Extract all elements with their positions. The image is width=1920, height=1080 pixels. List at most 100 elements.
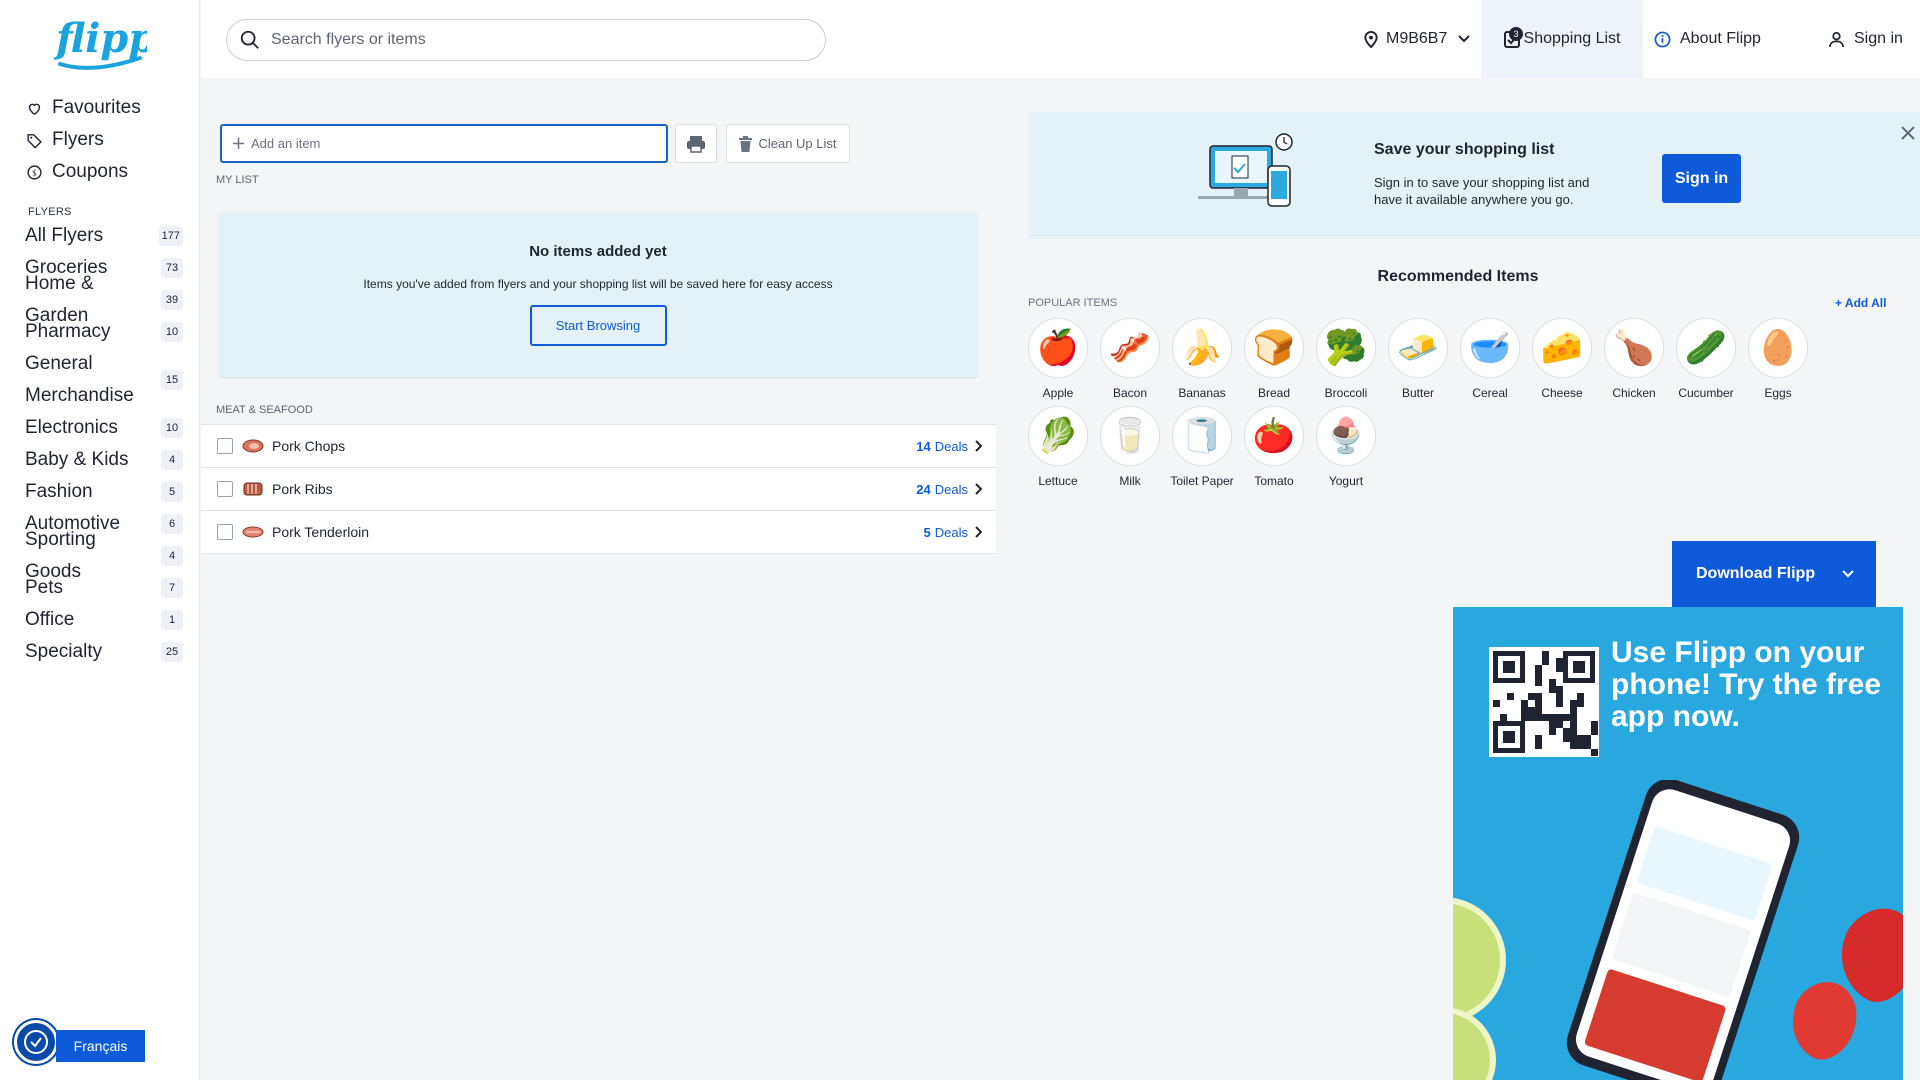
nav-coupons[interactable]: $ Coupons bbox=[26, 156, 141, 188]
add-all-button[interactable]: + Add All bbox=[1835, 296, 1886, 310]
save-list-illustration-icon bbox=[1198, 133, 1293, 207]
item-checkbox[interactable] bbox=[217, 438, 233, 454]
empty-title: No items added yet bbox=[529, 243, 667, 260]
item-deals-link[interactable]: 5 Deals bbox=[924, 525, 982, 540]
popular-item[interactable]: 🥣 Cereal bbox=[1458, 318, 1522, 400]
search-input[interactable] bbox=[271, 31, 791, 49]
category-general-merchandise[interactable]: General Merchandise 15 bbox=[25, 348, 183, 412]
popular-item[interactable]: 🍗 Chicken bbox=[1602, 318, 1666, 400]
item-checkbox[interactable] bbox=[217, 481, 233, 497]
list-item[interactable]: Pork Chops 14 Deals bbox=[201, 425, 996, 468]
toilet-paper-icon: 🧻 bbox=[1172, 406, 1232, 466]
popular-item[interactable]: 🧀 Cheese bbox=[1530, 318, 1594, 400]
category-count: 15 bbox=[161, 370, 183, 390]
item-deals-link[interactable]: 14 Deals bbox=[916, 439, 982, 454]
clean-up-list-button[interactable]: Clean Up List bbox=[726, 124, 850, 163]
category-count: 4 bbox=[161, 546, 183, 566]
promo-text: Use Flipp on your phone! Try the free ap… bbox=[1611, 636, 1882, 733]
download-flipp-button[interactable]: Download Flipp bbox=[1672, 541, 1876, 607]
broccoli-icon: 🥦 bbox=[1316, 318, 1376, 378]
category-home-garden[interactable]: Home & Garden 39 bbox=[25, 273, 183, 326]
category-count: 1 bbox=[161, 610, 183, 630]
category-label: Fashion bbox=[25, 481, 93, 502]
clean-up-label: Clean Up List bbox=[758, 136, 837, 151]
shopping-list-badge: 3 bbox=[1509, 27, 1523, 41]
sidebar-primary-nav: Favourites Flyers $ Coupons bbox=[26, 92, 141, 188]
category-label: All Flyers bbox=[25, 225, 104, 246]
add-item-field[interactable] bbox=[220, 124, 668, 163]
popular-item[interactable]: 🍅 Tomato bbox=[1242, 406, 1306, 488]
popular-item-label: Bread bbox=[1257, 386, 1291, 400]
butter-icon: 🧈 bbox=[1388, 318, 1448, 378]
category-electronics[interactable]: Electronics 10 bbox=[25, 412, 183, 444]
popular-item[interactable]: 🍎 Apple bbox=[1026, 318, 1090, 400]
popular-item[interactable]: 🥬 Lettuce bbox=[1026, 406, 1090, 488]
cereal-icon: 🥣 bbox=[1460, 318, 1520, 378]
popular-item[interactable]: 🥛 Milk bbox=[1098, 406, 1162, 488]
nav-flyers[interactable]: Flyers bbox=[26, 124, 141, 156]
popular-item-label: Toilet Paper bbox=[1170, 474, 1234, 488]
add-item-input[interactable] bbox=[251, 136, 651, 151]
trash-icon bbox=[739, 135, 753, 152]
category-count: 4 bbox=[161, 450, 183, 470]
chevron-right-icon bbox=[975, 483, 982, 495]
category-count: 5 bbox=[161, 482, 183, 502]
save-list-description: Sign in to save your shopping list and h… bbox=[1374, 175, 1590, 207]
about-flipp-link[interactable]: About Flipp bbox=[1654, 0, 1761, 78]
sidebar: flipp Favourites Flyers $ Coupons FLYERS… bbox=[0, 0, 200, 1080]
category-label: Pets bbox=[25, 577, 64, 598]
start-browsing-button[interactable]: Start Browsing bbox=[529, 305, 667, 346]
category-sporting-goods[interactable]: Sporting Goods 4 bbox=[25, 529, 183, 582]
popular-item[interactable]: 🧈 Butter bbox=[1386, 318, 1450, 400]
popular-item[interactable]: 🥚 Eggs bbox=[1746, 318, 1810, 400]
search-bar[interactable] bbox=[226, 19, 826, 61]
category-all-flyers[interactable]: All Flyers 177 bbox=[25, 220, 183, 252]
category-count: 10 bbox=[161, 418, 183, 438]
cheese-icon: 🧀 bbox=[1532, 318, 1592, 378]
category-specialty[interactable]: Specialty 25 bbox=[25, 636, 183, 668]
popular-item[interactable]: 🍌 Bananas bbox=[1170, 318, 1234, 400]
category-pharmacy[interactable]: Pharmacy 10 bbox=[25, 316, 183, 348]
category-fashion[interactable]: Fashion 5 bbox=[25, 476, 183, 508]
sign-in-label: Sign in bbox=[1854, 30, 1903, 47]
printer-icon bbox=[687, 135, 705, 153]
flyers-heading: FLYERS bbox=[28, 206, 72, 218]
category-label: Office bbox=[25, 609, 75, 630]
deals-count: 14 bbox=[916, 438, 931, 454]
print-button[interactable] bbox=[675, 124, 717, 163]
list-item[interactable]: Pork Ribs 24 Deals bbox=[201, 468, 996, 511]
nav-favourites-label: Favourites bbox=[52, 97, 141, 118]
heart-icon bbox=[28, 103, 41, 115]
header-sign-in[interactable]: Sign in bbox=[1828, 0, 1903, 78]
category-label: Electronics bbox=[25, 417, 118, 438]
nav-favourites[interactable]: Favourites bbox=[26, 92, 141, 124]
flipp-logo[interactable]: flipp bbox=[52, 12, 147, 76]
list-item[interactable]: Pork Tenderloin 5 Deals bbox=[201, 511, 996, 554]
close-icon[interactable] bbox=[1899, 124, 1917, 142]
tag-icon bbox=[27, 133, 42, 149]
category-baby-kids[interactable]: Baby & Kids 4 bbox=[25, 444, 183, 476]
item-checkbox[interactable] bbox=[217, 524, 233, 540]
popular-item[interactable]: 🥦 Broccoli bbox=[1314, 318, 1378, 400]
popular-item[interactable]: 🥓 Bacon bbox=[1098, 318, 1162, 400]
category-label: Specialty bbox=[25, 641, 103, 662]
accessibility-button[interactable] bbox=[14, 1020, 58, 1064]
popular-item[interactable]: 🧻 Toilet Paper bbox=[1170, 406, 1234, 488]
popular-item[interactable]: 🍨 Yogurt bbox=[1314, 406, 1378, 488]
chevron-down-icon bbox=[1458, 35, 1471, 43]
language-button[interactable]: Français bbox=[56, 1030, 145, 1062]
milk-icon: 🥛 bbox=[1100, 406, 1160, 466]
popular-item[interactable]: 🍞 Bread bbox=[1242, 318, 1306, 400]
popular-item-label: Yogurt bbox=[1328, 474, 1364, 488]
popular-item-label: Chicken bbox=[1612, 386, 1656, 400]
popular-item[interactable]: 🥒 Cucumber bbox=[1674, 318, 1738, 400]
shopping-list-tab[interactable]: 3 Shopping List bbox=[1481, 0, 1643, 78]
svg-text:$: $ bbox=[32, 168, 37, 177]
popular-item-label: Apple bbox=[1042, 386, 1074, 400]
location-selector[interactable]: M9B6B7 bbox=[1364, 0, 1479, 78]
banner-sign-in-button[interactable]: Sign in bbox=[1662, 154, 1741, 203]
category-pets[interactable]: Pets 7 bbox=[25, 572, 183, 604]
popular-item-label: Butter bbox=[1401, 386, 1434, 400]
category-office[interactable]: Office 1 bbox=[25, 604, 183, 636]
item-deals-link[interactable]: 24 Deals bbox=[916, 482, 982, 497]
